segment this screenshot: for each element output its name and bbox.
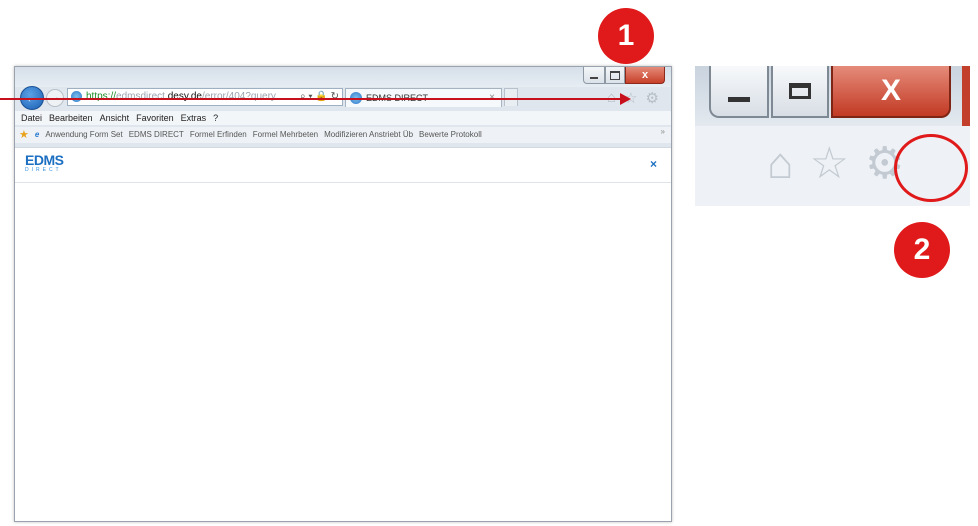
favorite-link[interactable]: EDMS DIRECT: [129, 127, 184, 143]
annotation-arrow-line: [0, 98, 622, 100]
edms-close-icon[interactable]: ×: [650, 157, 657, 171]
home-icon: ⌂: [767, 139, 794, 188]
favorites-star-icon: ☆: [809, 139, 850, 188]
url-scheme: https://: [86, 91, 117, 102]
menu-item-help[interactable]: ?: [213, 111, 218, 125]
menu-item-ansicht[interactable]: Ansicht: [100, 111, 130, 125]
logo-subtext: DIRECT: [25, 167, 62, 173]
close-window-button[interactable]: x: [625, 67, 665, 84]
title-bar: x: [15, 67, 671, 87]
browser-window: x ← → https://edmsdirect.desy.de/error/4…: [14, 66, 672, 522]
zoom-edge: [962, 66, 970, 126]
edms-header: EDMS DIRECT ×: [15, 148, 671, 183]
maximize-icon: [789, 83, 811, 99]
gear-highlight-circle: [894, 134, 968, 202]
zoom-inset: X ⌂ ☆ ⚙: [695, 66, 970, 206]
close-icon: X: [880, 74, 901, 107]
favorite-link[interactable]: Anwendung Form Set: [45, 127, 122, 143]
menu-item-favoriten[interactable]: Favoriten: [136, 111, 174, 125]
favorites-overflow-icon[interactable]: »: [661, 127, 665, 140]
site-favicon-icon: [71, 91, 82, 102]
annotation-arrow-head: [620, 93, 631, 105]
favorite-link[interactable]: Bewerte Protokoll: [419, 127, 482, 143]
add-favorite-icon[interactable]: ★: [19, 127, 29, 143]
minimize-icon: [728, 96, 750, 102]
gear-icon[interactable]: ⚙: [646, 89, 659, 107]
step-badge-1: 1: [598, 8, 654, 64]
menu-item-extras[interactable]: Extras: [181, 111, 207, 125]
url-host: desy.de: [167, 91, 202, 102]
favorites-bar: ★ e Anwendung Form Set EDMS DIRECT Forme…: [15, 127, 671, 143]
menu-item-bearbeiten[interactable]: Bearbeiten: [49, 111, 93, 125]
favorite-link[interactable]: Formel Erfinden: [190, 127, 247, 143]
maximize-button[interactable]: [605, 67, 625, 84]
close-icon: x: [641, 69, 649, 81]
zoom-minimize-button: [709, 66, 769, 118]
url-host-prefix: edmsdirect.: [116, 91, 168, 102]
url-path: /error/404?query: [202, 91, 276, 102]
address-tools[interactable]: ⌕ ▾ 🔒 ↻: [300, 89, 339, 105]
menu-item-datei[interactable]: Datei: [21, 111, 42, 125]
minimize-button[interactable]: [583, 67, 605, 84]
window-controls: x: [583, 67, 665, 84]
step-badge-2: 2: [894, 222, 950, 278]
maximize-icon: [610, 70, 620, 80]
page-content: EDMS DIRECT ×: [15, 147, 671, 521]
favorite-link[interactable]: Modifizieren Anstriebt Üb: [324, 127, 413, 143]
zoom-maximize-button: [771, 66, 829, 118]
navigation-bar: ← → https://edmsdirect.desy.de/error/404…: [15, 85, 671, 110]
address-bar[interactable]: https://edmsdirect.desy.de/error/404?que…: [67, 88, 343, 106]
ie-icon: e: [34, 130, 40, 139]
edms-logo: EDMS DIRECT: [25, 152, 64, 173]
zoom-toolbar-icons: ⌂ ☆ ⚙: [767, 140, 904, 188]
new-tab-button[interactable]: [504, 88, 518, 106]
menu-bar: Datei Bearbeiten Ansicht Favoriten Extra…: [15, 111, 671, 125]
logo-text: EDMS: [25, 152, 64, 168]
minimize-icon: [590, 77, 598, 79]
zoom-close-button: X: [831, 66, 951, 118]
favorite-link[interactable]: Formel Mehrbeten: [253, 127, 318, 143]
